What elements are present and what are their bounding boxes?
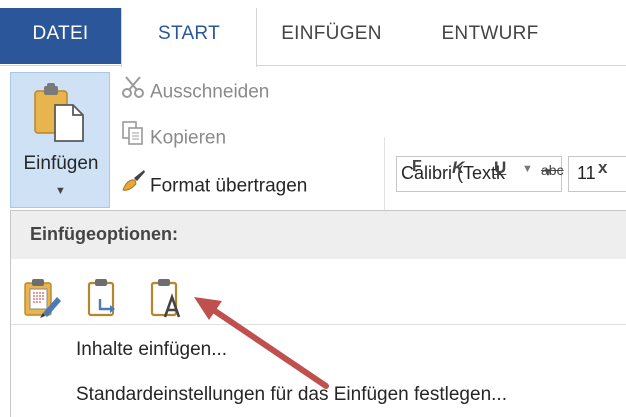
tab-file[interactable]: DATEI (0, 8, 121, 64)
clipboard-icon (34, 83, 84, 142)
paste-special-item[interactable]: Inhalte einfügen... (76, 339, 227, 361)
italic-button[interactable]: K (452, 158, 464, 178)
keep-text-only-icon (150, 279, 181, 318)
strikethrough-button[interactable]: abc (541, 162, 564, 178)
tab-insert[interactable]: EINFÜGEN (258, 8, 405, 66)
scissors-icon (120, 74, 150, 111)
paste-options-header: Einfügeoptionen: (11, 211, 626, 259)
copy-button[interactable]: Kopieren (120, 120, 226, 152)
format-painter-button[interactable]: Format übertragen (120, 168, 307, 200)
font-size-select[interactable]: 11 (568, 156, 626, 192)
paste-merge-formatting-button[interactable] (86, 277, 126, 319)
cut-button[interactable]: Ausschneiden (120, 74, 269, 106)
merge-formatting-icon (87, 279, 115, 317)
chevron-down-icon: ▼ (55, 185, 66, 197)
cut-label: Ausschneiden (150, 81, 270, 103)
paste-keep-text-only-button[interactable] (149, 277, 189, 319)
tab-start[interactable]: START (121, 8, 257, 67)
keep-source-formatting-icon (24, 279, 61, 318)
paintbrush-icon (120, 168, 150, 205)
font-size-value: 11 (577, 163, 596, 183)
ribbon-home: Einfügen ▼ Calibri (Textk ▼ 11 (0, 65, 626, 269)
format-painter-label: Format übertragen (150, 175, 308, 197)
underline-button[interactable]: U (494, 158, 506, 178)
copy-icon (120, 120, 150, 157)
copy-label: Kopieren (150, 127, 227, 149)
tab-design[interactable]: ENTWURF (420, 8, 560, 66)
paste-label: Einfügen (23, 153, 99, 174)
paste-keep-source-formatting-button[interactable] (23, 277, 63, 319)
bold-button[interactable]: F (412, 158, 422, 176)
paste-options-menu: Einfügeoptionen: Inhalte einfügen... Sta… (10, 210, 626, 417)
paste-options-title: Einfügeoptionen: (30, 224, 178, 244)
set-default-paste-item[interactable]: Standardeinstellungen für das Einfügen f… (76, 384, 507, 406)
chevron-down-icon[interactable]: ▼ (522, 163, 533, 175)
ribbon-tab-bar: DATEI START EINFÜGEN ENTWURF (0, 0, 626, 67)
paste-button[interactable]: Einfügen ▼ (10, 72, 110, 208)
subscript-button[interactable]: x (598, 158, 607, 178)
menu-divider (11, 324, 626, 325)
